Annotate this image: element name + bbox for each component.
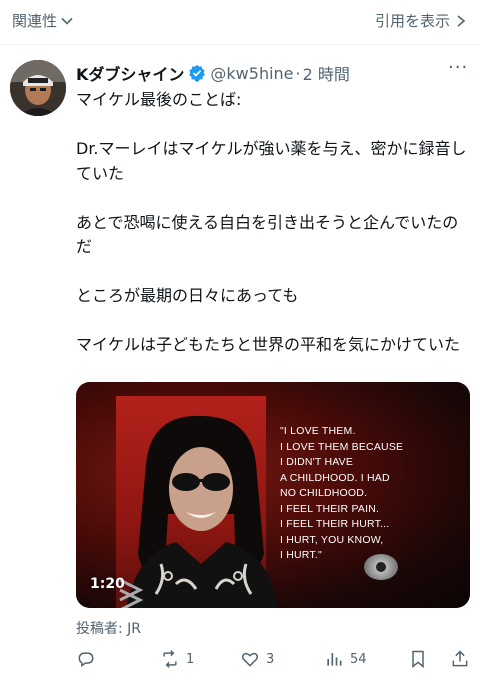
tweet-text: マイケル最後のことば: Dr.マーレイはマイケルが強い薬を与え、密かに録音してい… [76,90,467,354]
timestamp[interactable]: 2 時間 [303,61,350,85]
media-attribution: 投稿者: JR [76,621,142,637]
tweet-header: Kダブシャイン @kw5hine · 2 時間 [76,60,466,86]
retweet-button[interactable]: 1 [160,646,194,672]
analytics-icon [327,653,342,666]
author-handle[interactable]: @kw5hine [210,64,293,83]
video-person-image [119,415,278,608]
avatar[interactable] [10,60,66,116]
avatar-image [10,60,66,116]
like-button[interactable]: 3 [240,646,274,672]
relevance-label: 関連性 [12,12,58,30]
chevron-right-icon [457,14,466,27]
action-bar: 1 3 54 [76,646,470,672]
retweet-icon [163,650,177,668]
retweet-count: 1 [186,651,195,667]
relevance-sort-button[interactable]: 関連性 [12,10,75,31]
video-quote-text: "I LOVE THEM. I LOVE THEM BECAUSE I DIDN… [280,425,404,561]
heart-icon [241,652,259,667]
chevron-down-icon [61,17,73,25]
video-duration: 1:20 [90,576,125,592]
view-count: 54 [350,651,367,667]
author-name[interactable]: Kダブシャイン [76,61,184,85]
quotes-label: 引用を表示 [374,12,450,30]
more-options-icon[interactable]: ··· [448,59,468,82]
share-button[interactable] [450,646,470,672]
verified-badge-icon [189,64,206,82]
reply-icon [78,652,94,668]
bookmark-icon [412,650,424,669]
view-quotes-link[interactable]: 引用を表示 [375,10,468,31]
divider [0,44,480,45]
views-button[interactable]: 54 [324,646,367,672]
separator: · [295,63,301,83]
like-count: 3 [266,651,275,667]
bookmark-button[interactable] [408,646,428,672]
video-media[interactable]: "I LOVE THEM. I LOVE THEM BECAUSE I DIDN… [76,382,470,608]
top-bar: 関連性 引用を表示 [0,0,480,44]
reply-button[interactable] [76,646,96,672]
share-icon [452,650,468,667]
cbs-logo-icon [364,554,398,580]
